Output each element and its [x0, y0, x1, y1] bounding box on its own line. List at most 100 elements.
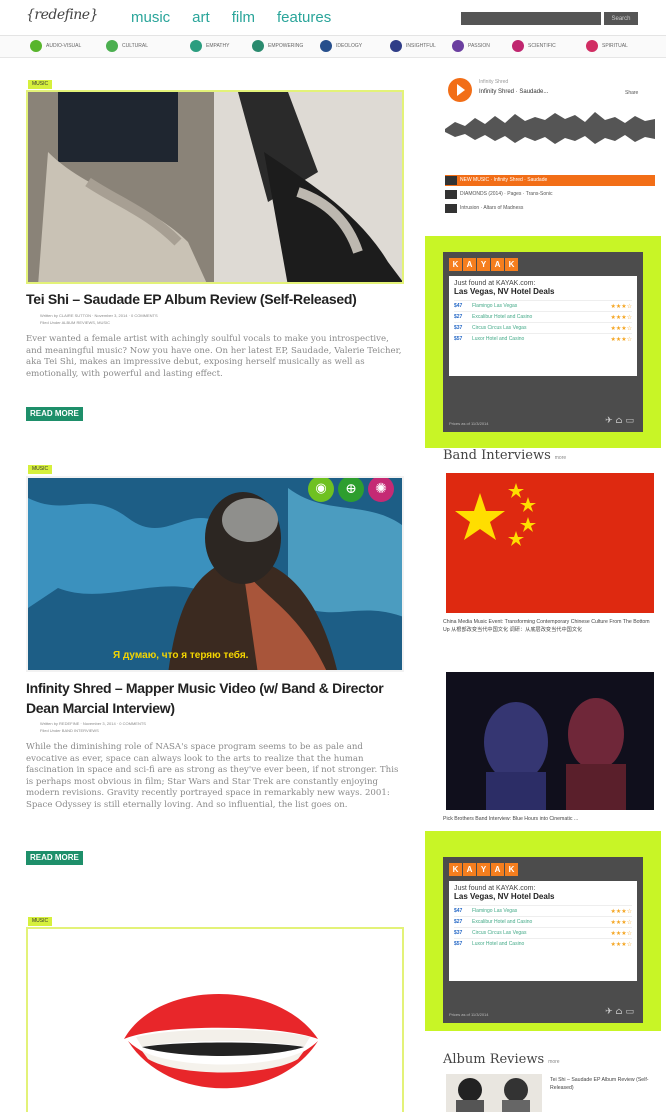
- kayak-ad[interactable]: KAYAK Just found at KAYAK.com: Las Vegas…: [425, 236, 661, 448]
- hotel-price: $47: [454, 908, 463, 914]
- category-bar: AUDIO-VISUAL CULTURAL EMPATHY EMPOWERING…: [0, 36, 666, 58]
- more-link[interactable]: more: [555, 455, 566, 461]
- player-artist: Infinity Shred: [479, 79, 509, 85]
- rating-stars: ★★★☆: [610, 941, 632, 948]
- category-empowering[interactable]: EMPOWERING: [252, 40, 303, 52]
- hotel-price: $27: [454, 919, 463, 925]
- category-label: EMPOWERING: [268, 43, 304, 49]
- play-button[interactable]: [448, 78, 472, 102]
- nav-music[interactable]: music: [131, 9, 170, 26]
- category-label: EMPATHY: [206, 43, 230, 49]
- site-logo[interactable]: {redefine}: [26, 7, 99, 23]
- hotel-row[interactable]: $57 Luxor Hotel and Casino ★★★☆: [454, 333, 632, 344]
- category-ideology[interactable]: IDEOLOGY: [320, 40, 362, 52]
- hotel-row[interactable]: $37 Circus Circus Las Vegas ★★★☆: [454, 927, 632, 938]
- china-flag-image[interactable]: [446, 473, 654, 613]
- playlist-item[interactable]: NEW MUSIC · Infinity Shred · Saudade: [445, 175, 655, 186]
- globe-icon[interactable]: ⊕: [338, 478, 364, 502]
- playlist-item[interactable]: Intrusion · Altars of Madness: [445, 203, 655, 214]
- post-category-tag[interactable]: MUSIC: [28, 917, 53, 926]
- atom-icon[interactable]: ✺: [368, 478, 394, 502]
- ad-card: Just found at KAYAK.com: Las Vegas, NV H…: [449, 276, 637, 376]
- category-icon: [30, 40, 42, 52]
- album-thumb-art: [456, 1078, 530, 1112]
- hotel-row[interactable]: $37 Circus Circus Las Vegas ★★★☆: [454, 322, 632, 333]
- post-category-tag[interactable]: MUSIC: [28, 80, 53, 89]
- album-reviews-heading: Album Reviews more: [443, 1052, 560, 1067]
- nav-features[interactable]: features: [277, 9, 331, 26]
- post-meta-filed: Filed Under BAND INTERVIEWS: [40, 728, 99, 733]
- main-nav: music art film features: [131, 9, 331, 26]
- category-label: SPIRITUAL: [602, 43, 628, 49]
- nav-film[interactable]: film: [232, 9, 255, 26]
- category-empathy[interactable]: EMPATHY: [190, 40, 229, 52]
- hotel-row[interactable]: $27 Excalibur Hotel and Casino ★★★☆: [454, 311, 632, 322]
- post-image[interactable]: Я думаю, что я теряю тебя. ◉ ⊕ ✺: [26, 476, 404, 672]
- band-interviews-heading: Band Interviews more: [443, 448, 566, 463]
- hotel-name: Circus Circus Las Vegas: [472, 930, 527, 936]
- logo-letter: A: [463, 258, 476, 271]
- nav-art[interactable]: art: [192, 9, 210, 26]
- interview-caption[interactable]: Pick Brothers Band Interview: Blue Hours…: [443, 815, 653, 823]
- category-scientific[interactable]: SCIENTIFIC: [512, 40, 556, 52]
- site-header: {redefine} music art film features Searc…: [0, 0, 666, 36]
- kayak-ad[interactable]: KAYAK Just found at KAYAK.com: Las Vegas…: [425, 831, 661, 1031]
- post-meta: Written by REDEFINE · November 3, 2014 ·…: [40, 721, 146, 726]
- post-title[interactable]: Infinity Shred – Mapper Music Video (w/ …: [26, 678, 386, 718]
- read-more-button[interactable]: READ MORE: [26, 851, 83, 865]
- band-photo[interactable]: [446, 672, 654, 810]
- post-category-tag[interactable]: MUSIC: [28, 465, 53, 474]
- hotel-row[interactable]: $57 Luxor Hotel and Casino ★★★☆: [454, 938, 632, 949]
- search-button[interactable]: Search: [604, 12, 638, 25]
- album-review-caption[interactable]: Tei Shi – Saudade EP Album Review (Self-…: [550, 1076, 650, 1092]
- category-icon: [106, 40, 118, 52]
- track-label: DIAMONDS (2014) · Pages · Trans-Sonic: [460, 191, 553, 197]
- ad-footer: Prices as of 11/3/2014: [449, 421, 489, 426]
- track-label: Intrusion · Altars of Madness: [460, 205, 524, 211]
- logo-letter: A: [463, 863, 476, 876]
- category-spiritual[interactable]: SPIRITUAL: [586, 40, 628, 52]
- category-icon: [320, 40, 332, 52]
- share-button[interactable]: Share: [625, 90, 638, 96]
- category-icon: [452, 40, 464, 52]
- logo-letter: Y: [477, 863, 490, 876]
- hotel-price: $37: [454, 325, 463, 331]
- logo-letter: Y: [477, 258, 490, 271]
- hotel-price: $27: [454, 314, 463, 320]
- post-image[interactable]: [26, 927, 404, 1112]
- post-category-icons: ◉ ⊕ ✺: [308, 478, 394, 502]
- post-image[interactable]: [26, 90, 404, 284]
- hotel-row[interactable]: $47 Flamingo Las Vegas ★★★☆: [454, 300, 632, 311]
- logo-letter: A: [491, 863, 504, 876]
- ad-line: Just found at KAYAK.com:: [454, 280, 536, 287]
- interview-caption[interactable]: China Media Music Event: Transforming Co…: [443, 618, 653, 634]
- category-cultural[interactable]: CULTURAL: [106, 40, 148, 52]
- hotel-name: Excalibur Hotel and Casino: [472, 919, 533, 925]
- more-link[interactable]: more: [548, 1059, 559, 1065]
- category-label: INSIGHTFUL: [406, 43, 436, 49]
- rating-stars: ★★★☆: [610, 336, 632, 343]
- player-track-title[interactable]: Infinity Shred · Saudade...: [479, 89, 548, 95]
- category-insightful[interactable]: INSIGHTFUL: [390, 40, 436, 52]
- track-thumbnail: [445, 176, 457, 185]
- category-passion[interactable]: PASSION: [452, 40, 490, 52]
- waveform[interactable]: [445, 108, 655, 150]
- hotel-row[interactable]: $27 Excalibur Hotel and Casino ★★★☆: [454, 916, 632, 927]
- post-meta: Written by CLAIRE SUTTON · November 3, 2…: [40, 313, 158, 318]
- album-thumbnail[interactable]: [446, 1074, 542, 1112]
- search-input[interactable]: [461, 12, 601, 25]
- rating-stars: ★★★☆: [610, 930, 632, 937]
- playlist-item[interactable]: DIAMONDS (2014) · Pages · Trans-Sonic: [445, 189, 655, 200]
- kayak-logo: KAYAK: [449, 258, 518, 271]
- category-audio-visual[interactable]: AUDIO-VISUAL: [30, 40, 81, 52]
- post-title[interactable]: Tei Shi – Saudade EP Album Review (Self-…: [26, 289, 406, 309]
- read-more-button[interactable]: READ MORE: [26, 407, 83, 421]
- rating-stars: ★★★☆: [610, 325, 632, 332]
- logo-letter: K: [449, 863, 462, 876]
- post-excerpt: While the diminishing role of NASA's spa…: [26, 742, 399, 810]
- hotel-name: Luxor Hotel and Casino: [472, 941, 525, 947]
- hotel-price: $57: [454, 941, 463, 947]
- eye-icon[interactable]: ◉: [308, 478, 334, 502]
- ad-footer: Prices as of 11/3/2014: [449, 1012, 489, 1017]
- hotel-row[interactable]: $47 Flamingo Las Vegas ★★★☆: [454, 905, 632, 916]
